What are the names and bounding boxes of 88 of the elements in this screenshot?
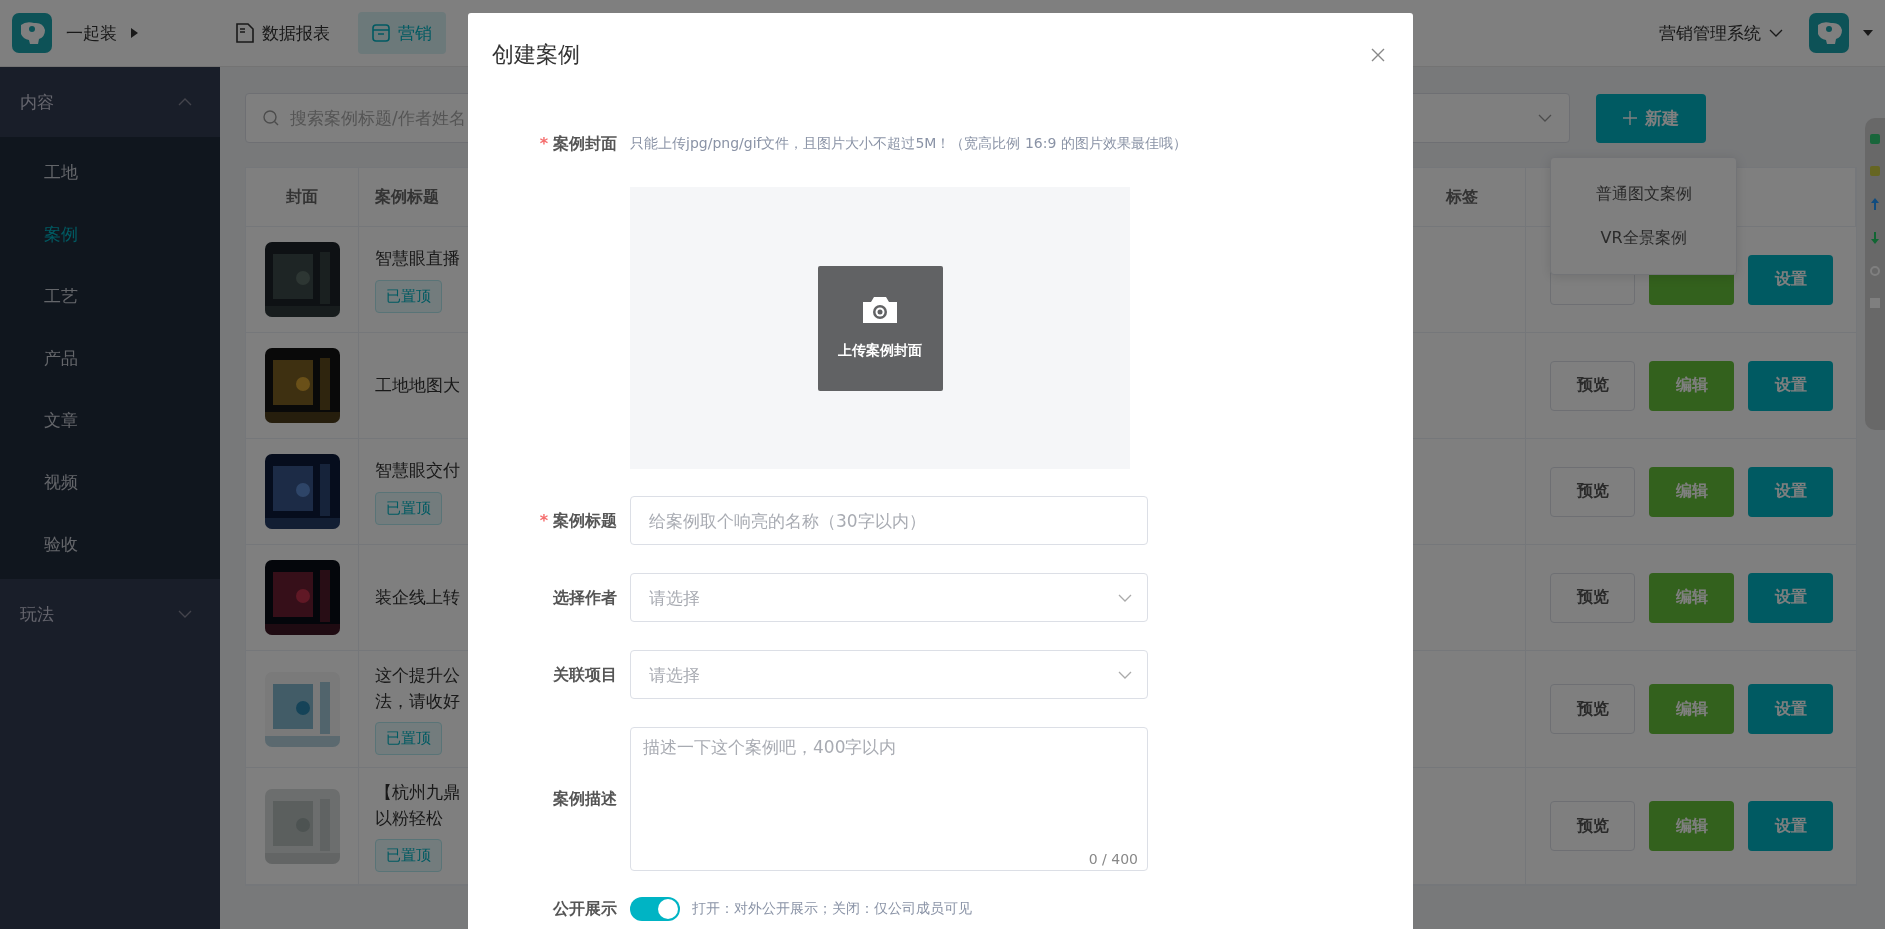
case-title: 智慧眼直播 xyxy=(375,248,460,269)
field-label: * 案例标题 xyxy=(539,509,617,532)
caret-icon xyxy=(1863,30,1873,36)
nav-tab[interactable]: 营销 xyxy=(358,12,446,54)
field-label: 关联项目 xyxy=(553,663,617,686)
square-icon xyxy=(1870,134,1880,144)
toggle-switch[interactable] xyxy=(630,897,680,921)
sidebar-group[interactable]: 内容 xyxy=(0,67,220,137)
pinned-tag: 已置顶 xyxy=(375,279,442,313)
system-menu[interactable]: 营销管理系统 xyxy=(1659,21,1761,45)
select-field[interactable]: 请选择 xyxy=(630,650,1148,699)
chevron-down-icon xyxy=(1538,114,1552,122)
sidebar-group-label: 内容 xyxy=(20,90,54,114)
search-icon xyxy=(263,110,279,126)
settings-button[interactable]: 设置 xyxy=(1748,572,1833,623)
dialog-title: 创建案例 xyxy=(492,41,580,69)
edit-button[interactable]: 编辑 xyxy=(1649,684,1734,734)
brand-name: 一起装 xyxy=(66,21,117,45)
chevron-down-icon xyxy=(178,610,192,618)
case-title: 以粉轻松 xyxy=(375,807,443,828)
new-button[interactable]: 新建 xyxy=(1596,93,1706,143)
case-title: 智慧眼交付 xyxy=(375,460,460,481)
box-icon xyxy=(372,24,390,42)
settings-button[interactable]: 设置 xyxy=(1748,254,1833,305)
camera-icon xyxy=(861,296,899,324)
sidebar-item[interactable]: 文章 xyxy=(0,389,220,451)
pig-logo-icon xyxy=(12,13,52,53)
edit-button[interactable]: 编辑 xyxy=(1649,466,1734,517)
upload-hint: 只能上传jpg/png/gif文件，且图片大小不超过5M！（宽高比例 16:9 的图片效果最佳哦） xyxy=(630,134,1187,153)
column-header: 标签 xyxy=(1446,186,1478,208)
caret-icon xyxy=(131,28,138,38)
switch-hint: 打开：对外公开展示；关闭：仅公司成员可见 xyxy=(692,900,972,918)
sidebar-item[interactable]: 案例 xyxy=(0,203,220,265)
arrow-icon xyxy=(1871,198,1879,210)
sidebar-item[interactable]: 视频 xyxy=(0,451,220,513)
field-label: 公开展示 xyxy=(553,898,617,920)
preview-button[interactable]: 预览 xyxy=(1550,466,1635,517)
edit-button[interactable]: 编辑 xyxy=(1649,801,1734,851)
edit-button[interactable]: 编辑 xyxy=(1649,360,1734,411)
column-header: 案例标题 xyxy=(375,186,439,208)
settings-button[interactable]: 设置 xyxy=(1748,684,1833,734)
square-icon xyxy=(1870,166,1880,176)
chevron-down-icon xyxy=(1118,593,1132,602)
chevron-down-icon xyxy=(1118,670,1132,679)
settings-button[interactable]: 设置 xyxy=(1748,466,1833,517)
upload-cover-button[interactable]: 上传案例封面 xyxy=(817,265,943,391)
chevron-up-icon xyxy=(178,98,192,106)
preview-button[interactable]: 预览 xyxy=(1550,572,1635,623)
pinned-tag: 已置顶 xyxy=(375,491,442,525)
sidebar-group[interactable]: 玩法 xyxy=(0,579,220,649)
pig-logo-icon xyxy=(1809,13,1849,53)
required-mark: * xyxy=(539,133,548,153)
nav-tab-label: 数据报表 xyxy=(262,21,330,45)
sidebar-item[interactable]: 产品 xyxy=(0,327,220,389)
case-title: 【杭州九鼎 xyxy=(375,782,460,802)
preview-button[interactable]: 预览 xyxy=(1550,684,1635,734)
menu-item[interactable]: 普通图文案例 xyxy=(1551,172,1736,216)
case-title: 法，请收好 xyxy=(375,690,460,711)
case-title: 工地地图大 xyxy=(375,374,460,395)
required-mark: * xyxy=(539,510,548,530)
case-title: 这个提升公 xyxy=(375,665,460,685)
settings-button[interactable]: 设置 xyxy=(1748,801,1833,851)
settings-button[interactable]: 设置 xyxy=(1748,360,1833,411)
sidebar-item[interactable]: 工艺 xyxy=(0,265,220,327)
sidebar-item[interactable]: 验收 xyxy=(0,513,220,575)
nav-tab[interactable]: 数据报表 xyxy=(222,12,344,54)
sidebar-group-label: 玩法 xyxy=(20,602,54,626)
case-title: 装企线上转 xyxy=(375,586,460,607)
input-field[interactable]: 给案例取个响亮的名称（30字以内） xyxy=(630,496,1148,545)
char-counter: 0 / 400 xyxy=(1088,851,1138,867)
preview-button[interactable]: 预览 xyxy=(1550,360,1635,411)
chevron-down-icon xyxy=(1769,29,1783,37)
column-header: 封面 xyxy=(286,186,318,208)
plus-icon xyxy=(1623,111,1637,125)
arrow-icon xyxy=(1871,232,1879,244)
pinned-tag: 已置顶 xyxy=(375,839,442,872)
preview-button[interactable]: 预览 xyxy=(1550,801,1635,851)
nav-tab-label: 营销 xyxy=(398,21,432,45)
close-icon[interactable] xyxy=(1371,48,1385,62)
edit-button[interactable]: 编辑 xyxy=(1649,572,1734,623)
field-label: * 案例封面 xyxy=(539,132,617,155)
pinned-tag: 已置顶 xyxy=(375,722,442,755)
field-label: 选择作者 xyxy=(553,586,617,609)
document-icon xyxy=(236,23,254,43)
select-field[interactable]: 请选择 xyxy=(630,573,1148,622)
sidebar-item[interactable]: 工地 xyxy=(0,141,220,203)
field-label: 案例描述 xyxy=(553,788,617,810)
menu-item[interactable]: VR全景案例 xyxy=(1551,216,1736,260)
